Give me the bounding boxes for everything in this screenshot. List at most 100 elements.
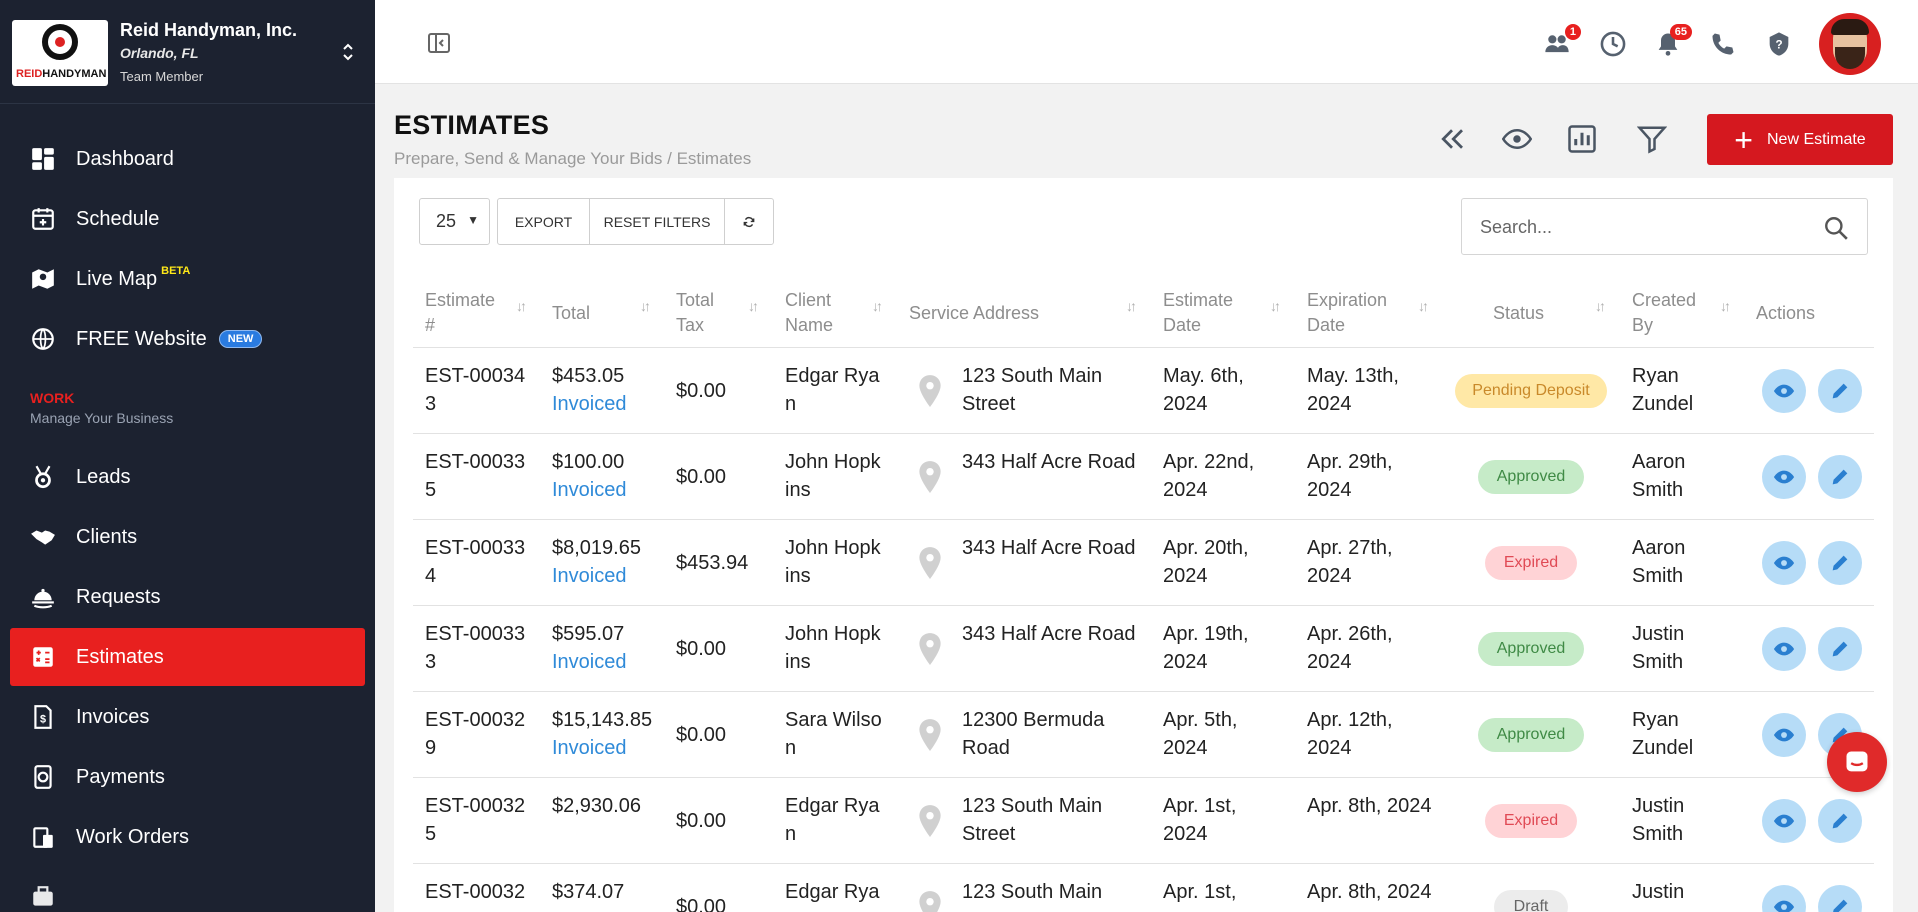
cell-estimate-num[interactable]: EST-00033 4 xyxy=(425,534,530,590)
phone-icon[interactable] xyxy=(1709,30,1737,58)
col-total-tax[interactable]: Total Tax xyxy=(676,282,726,344)
sort-icon[interactable]: ↓↑ xyxy=(640,298,651,314)
sort-icon[interactable]: ↓↑ xyxy=(1720,298,1731,314)
search-input[interactable] xyxy=(1480,215,1800,239)
help-icon[interactable]: ? xyxy=(1765,30,1793,58)
cell-estimate-num[interactable]: EST-00032 5 xyxy=(425,792,530,848)
clock-icon[interactable] xyxy=(1599,30,1627,58)
edit-button[interactable] xyxy=(1818,455,1862,499)
view-button[interactable] xyxy=(1762,455,1806,499)
top-bar: 1 65 ? xyxy=(375,0,1918,84)
reset-filters-button[interactable]: RESET FILTERS xyxy=(590,199,725,244)
sort-icon[interactable]: ↓↑ xyxy=(1418,298,1429,314)
cell-estimate-num[interactable]: EST-00032 xyxy=(425,878,530,906)
per-page-select[interactable]: 25 ▼ xyxy=(419,198,490,245)
cell-expiration-date: Apr. 8th, 2024 xyxy=(1307,795,1432,817)
cell-total: $15,143.85 Invoiced xyxy=(552,706,667,762)
cell-estimate-date: Apr. 19th, 2024 xyxy=(1163,623,1249,673)
col-estimate-date[interactable]: Estimate Date xyxy=(1163,282,1243,344)
invoiced-link[interactable]: Invoiced xyxy=(552,476,667,504)
sidebar-toggle-icon[interactable] xyxy=(427,31,451,55)
col-total[interactable]: Total xyxy=(552,282,612,344)
cell-estimate-num[interactable]: EST-00033 5 xyxy=(425,448,530,504)
sort-icon[interactable]: ↓↑ xyxy=(748,298,759,314)
invoiced-link[interactable]: Invoiced xyxy=(552,390,667,418)
col-status[interactable]: Status xyxy=(1493,282,1563,344)
sidebar-item-clients[interactable]: Clients xyxy=(10,508,365,566)
view-button[interactable] xyxy=(1762,713,1806,757)
globe-icon xyxy=(28,324,58,354)
eye-icon xyxy=(1773,896,1795,912)
invoiced-link[interactable]: Invoiced xyxy=(552,734,667,762)
cell-service-address[interactable]: 343 Half Acre Road xyxy=(962,448,1147,476)
sidebar-item-requests[interactable]: Requests xyxy=(10,568,365,626)
edit-button[interactable] xyxy=(1818,627,1862,671)
invoiced-link[interactable]: Invoiced xyxy=(552,648,667,676)
new-estimate-button[interactable]: + New Estimate xyxy=(1707,114,1893,165)
sort-icon[interactable]: ↓↑ xyxy=(872,298,883,314)
double-chevron-left-icon[interactable] xyxy=(1437,124,1467,154)
invoiced-link[interactable]: Invoiced xyxy=(552,562,667,590)
view-button[interactable] xyxy=(1762,369,1806,413)
cell-created-by: Justin Smith xyxy=(1632,623,1685,673)
chart-icon[interactable] xyxy=(1567,124,1597,154)
cell-service-address[interactable]: 343 Half Acre Road xyxy=(962,620,1147,648)
cell-estimate-num[interactable]: EST-00033 3 xyxy=(425,620,530,676)
cell-client-name[interactable]: John Hopk ins xyxy=(785,534,890,590)
cell-client-name[interactable]: Edgar Rya xyxy=(785,878,890,906)
view-button[interactable] xyxy=(1762,541,1806,585)
export-button[interactable]: EXPORT xyxy=(498,199,590,244)
sort-icon[interactable]: ↓↑ xyxy=(516,298,527,314)
cell-client-name[interactable]: John Hopk ins xyxy=(785,620,890,676)
sort-icon[interactable]: ↓↑ xyxy=(1270,298,1281,314)
col-service-address[interactable]: Service Address xyxy=(909,282,1089,344)
cell-client-name[interactable]: Edgar Rya n xyxy=(785,792,890,848)
filter-icon[interactable] xyxy=(1636,124,1668,154)
edit-button[interactable] xyxy=(1818,369,1862,413)
cell-estimate-num[interactable]: EST-00032 9 xyxy=(425,706,530,762)
bell-icon[interactable]: 65 xyxy=(1654,24,1692,58)
sidebar-item-leads[interactable]: Leads xyxy=(10,448,365,506)
sidebar-item-next[interactable] xyxy=(10,868,365,912)
cell-service-address[interactable]: 123 South Main Street xyxy=(962,792,1147,848)
company-switcher[interactable]: REIDHANDYMAN Reid Handyman, Inc. Orlando… xyxy=(0,0,375,104)
sidebar-item-schedule[interactable]: Schedule xyxy=(10,190,365,248)
chat-widget-button[interactable] xyxy=(1827,732,1887,792)
view-button[interactable] xyxy=(1762,799,1806,843)
cell-service-address[interactable]: 12300 Bermuda Road xyxy=(962,706,1147,762)
cell-estimate-date: Apr. 5th, 2024 xyxy=(1163,709,1238,759)
sidebar-item-payments[interactable]: Payments xyxy=(10,748,365,806)
cell-client-name[interactable]: John Hopk ins xyxy=(785,448,890,504)
col-created-by[interactable]: Created By xyxy=(1632,282,1702,344)
sidebar-item-dashboard[interactable]: Dashboard xyxy=(10,130,365,188)
chevron-up-down-icon[interactable] xyxy=(338,40,358,66)
team-chat-icon[interactable]: 1 xyxy=(1543,24,1581,58)
view-button[interactable] xyxy=(1762,627,1806,671)
edit-button[interactable] xyxy=(1818,799,1862,843)
eye-icon[interactable] xyxy=(1501,124,1533,154)
user-avatar[interactable] xyxy=(1819,13,1881,75)
col-expiration-date[interactable]: Expiration Date xyxy=(1307,282,1397,344)
cell-service-address[interactable]: 123 South Main Street xyxy=(962,362,1147,418)
cell-estimate-num[interactable]: EST-00034 3 xyxy=(425,362,530,418)
cell-service-address[interactable]: 343 Half Acre Road xyxy=(962,534,1147,562)
search-icon[interactable] xyxy=(1823,215,1849,241)
cell-estimate-date: Apr. 1st, 2024 xyxy=(1163,795,1237,845)
refresh-button[interactable] xyxy=(725,199,773,244)
cell-total: $453.05 Invoiced xyxy=(552,362,667,418)
sidebar-item-estimates[interactable]: Estimates xyxy=(10,628,365,686)
sidebar-item-work-orders[interactable]: Work Orders xyxy=(10,808,365,866)
cell-client-name[interactable]: Sara Wilso n xyxy=(785,706,890,762)
team-badge: 1 xyxy=(1564,24,1581,40)
sort-icon[interactable]: ↓↑ xyxy=(1595,298,1606,314)
edit-button[interactable] xyxy=(1818,541,1862,585)
cell-service-address[interactable]: 123 South Main xyxy=(962,878,1147,906)
sort-icon[interactable]: ↓↑ xyxy=(1126,298,1137,314)
sidebar-item-invoices[interactable]: $ Invoices xyxy=(10,688,365,746)
cell-client-name[interactable]: Edgar Rya n xyxy=(785,362,890,418)
sidebar-item-live-map[interactable]: Live Map BETA xyxy=(10,250,365,308)
cell-estimate-date: Apr. 22nd, 2024 xyxy=(1163,451,1255,501)
sidebar-item-free-website[interactable]: FREE Website NEW xyxy=(10,310,365,368)
col-client-name[interactable]: Client Name xyxy=(785,282,845,344)
col-estimate-num[interactable]: Estimate # xyxy=(425,282,505,344)
